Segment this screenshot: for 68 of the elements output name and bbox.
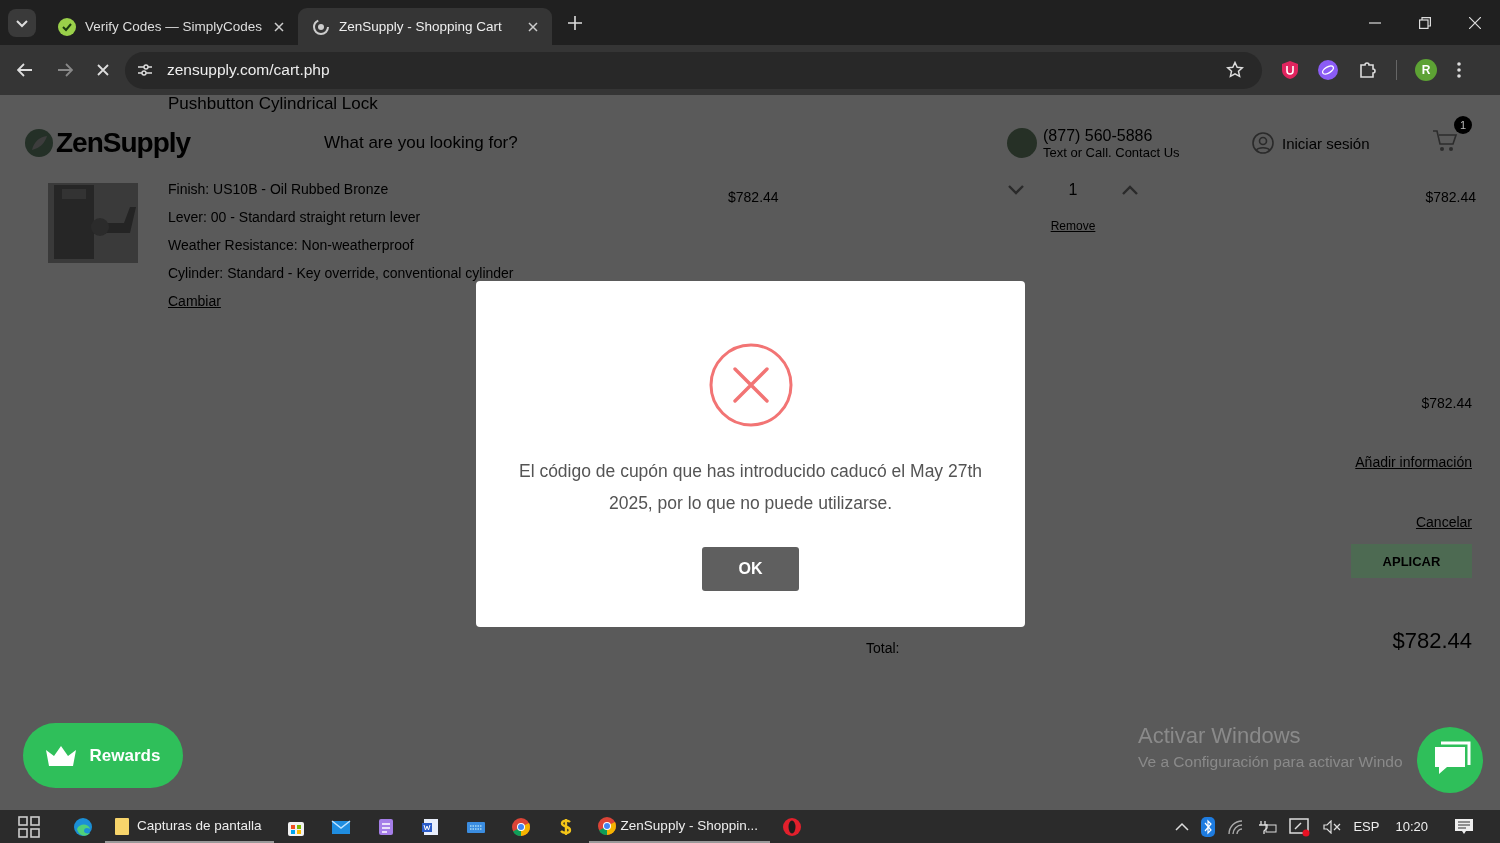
crown-icon (45, 745, 76, 766)
dialog-message: El código de cupón que has introducido caducó el May 27th 2025, por lo que no puede utilizarse. (517, 460, 984, 515)
profile-avatar[interactable]: R (1415, 59, 1437, 81)
browser-tab[interactable]: Verify Codes — SimplyCodes (44, 8, 298, 45)
new-tab-icon[interactable] (568, 15, 582, 30)
taskbar-app[interactable]: Capturas de pantalla (105, 810, 274, 843)
stop-icon[interactable] (97, 64, 109, 76)
address-bar[interactable]: zensupply.com/cart.php (125, 51, 1262, 89)
product-option: Finish: US10B - Oil Rubbed Bronze (168, 181, 728, 200)
chrome-icon (596, 815, 617, 836)
product-option: Lever: 00 - Standard straight return lever (168, 209, 728, 228)
browser-tab[interactable]: ZenSupply - Shopping Cart (298, 8, 552, 45)
check-badge-icon (58, 17, 76, 36)
quantity-field[interactable]: 1 (1068, 181, 1078, 199)
bookmark-star-icon[interactable] (1226, 61, 1244, 79)
error-icon (708, 343, 793, 427)
subtotal-value: $782.44 (1421, 395, 1472, 411)
planet-icon[interactable] (1318, 60, 1338, 80)
muted-speaker-icon[interactable] (1323, 819, 1342, 834)
total-label: Total: (866, 640, 900, 656)
task-view-icon[interactable] (18, 815, 40, 838)
line-total: $782.44 (1424, 188, 1476, 205)
language-indicator[interactable]: ESP (1353, 819, 1380, 834)
agent-avatar-icon (1007, 128, 1037, 158)
chat-icon[interactable] (1417, 727, 1483, 793)
notifications-icon[interactable] (1454, 817, 1474, 836)
edge-icon (72, 816, 93, 837)
tab-list-icon[interactable] (8, 8, 36, 37)
search-field[interactable]: What are you looking for? (324, 133, 1007, 153)
cart-count-badge: 1 (1454, 116, 1472, 134)
display-alert-icon[interactable] (1289, 816, 1312, 837)
close-icon[interactable] (1469, 16, 1481, 29)
puzzle-icon[interactable] (1358, 60, 1378, 80)
ok-button[interactable]: OK (702, 547, 799, 591)
tab-title: Verify Codes — SimplyCodes (85, 19, 264, 34)
site-info-icon[interactable] (137, 63, 153, 77)
tab-title: ZenSupply - Shopping Cart (339, 19, 503, 34)
remove-link[interactable]: Remove (1050, 219, 1096, 233)
product-title: Pushbutton Cylindrical Lock (167, 95, 379, 111)
shield-icon[interactable] (1282, 61, 1298, 79)
more-menu-icon[interactable] (1457, 62, 1461, 78)
rewards-button[interactable]: Rewards (23, 723, 183, 788)
sign-in-link[interactable]: Iniciar sesión (1282, 134, 1370, 152)
phone-number[interactable]: (877) 560-5886 (1043, 126, 1180, 145)
battery-icon[interactable] (1257, 818, 1278, 835)
leaf-logo-icon (24, 128, 54, 158)
product-option: Cylinder: Standard - Key override, conventional cylinder (168, 265, 728, 284)
apply-button[interactable]: APLICAR (1351, 544, 1472, 578)
forward-icon[interactable] (57, 63, 73, 77)
cancel-link[interactable]: Cancelar (1415, 514, 1472, 530)
add-info-link[interactable]: Añadir información (1355, 454, 1472, 470)
bluetooth-icon[interactable] (1201, 816, 1216, 837)
product-option: Weather Resistance: Non-weatherproof (168, 237, 728, 256)
unit-price: $782.44 (728, 188, 780, 205)
close-icon[interactable] (528, 21, 538, 32)
restore-icon[interactable] (1419, 16, 1431, 29)
opera-icon (782, 816, 803, 837)
back-icon[interactable] (17, 63, 33, 77)
logo-text: ZenSupply (56, 127, 191, 159)
total-value: $782.44 (1392, 628, 1472, 654)
clock[interactable]: 10:20 (1395, 819, 1428, 834)
chrome-icon (511, 816, 532, 837)
close-icon[interactable] (274, 21, 284, 32)
taskbar-app[interactable]: ZenSupply - Shoppin... (588, 810, 770, 843)
contact-note[interactable]: Text or Call. Contact Us (1043, 144, 1180, 160)
loading-icon (312, 17, 330, 36)
change-link[interactable]: Cambiar (168, 293, 221, 309)
url-text: zensupply.com/cart.php (167, 61, 330, 79)
